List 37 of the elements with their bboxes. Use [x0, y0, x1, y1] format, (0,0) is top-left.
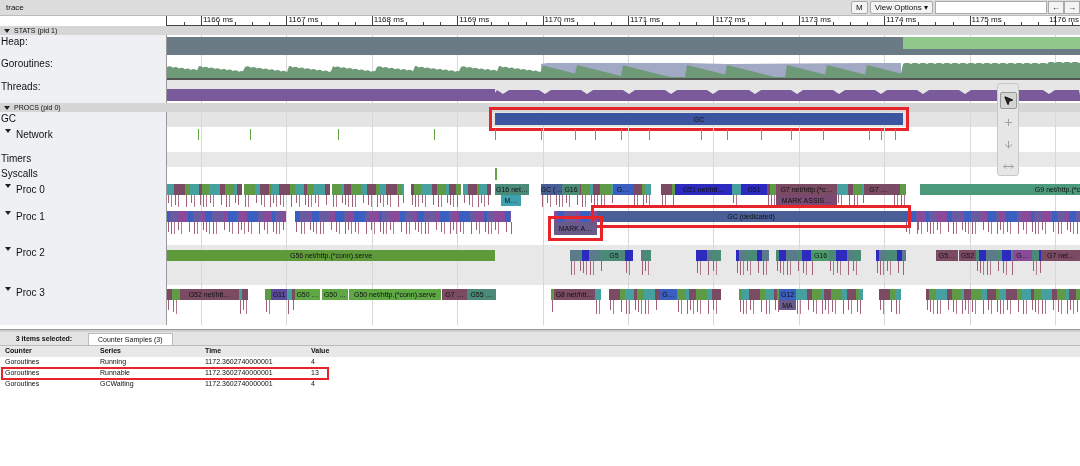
ruler-tick-label: 1170 ms — [544, 16, 575, 24]
ruler-tick-label: 1173 ms — [800, 16, 831, 24]
fit-width-icon — [1002, 161, 1014, 172]
ruler-tick-label: 1169 ms — [459, 16, 490, 24]
track-label: Threads: — [1, 81, 41, 94]
track-label: Proc 3 — [16, 287, 45, 300]
view-options-button[interactable]: View Options ▾ — [869, 1, 933, 14]
search-field[interactable] — [935, 1, 1047, 14]
expanded-arrow-icon[interactable] — [5, 129, 11, 133]
expanded-arrow-icon[interactable] — [5, 247, 11, 251]
track-label: GC — [1, 113, 16, 126]
expanded-arrow-icon[interactable] — [5, 184, 11, 188]
track-label: Proc 1 — [16, 211, 45, 224]
plus-icon — [1002, 117, 1014, 128]
track-label: Syscalls — [1, 168, 38, 181]
expanded-arrow-icon[interactable] — [5, 211, 11, 215]
track-label: Timers — [1, 153, 32, 166]
ruler-tick-label: 1175 ms — [971, 16, 1002, 24]
ruler-tick-label: 1171 ms — [630, 16, 661, 24]
down-arrow-icon — [1002, 139, 1014, 150]
track-label: Heap: — [1, 36, 28, 49]
ruler-tick-label: 1172 ms — [715, 16, 746, 24]
ruler-tick-label: 1174 ms — [886, 16, 917, 24]
ruler-tick-label: 1166 ms — [203, 16, 234, 24]
ruler-tick-label: 1167 ms — [288, 16, 319, 24]
expanded-arrow-icon[interactable] — [5, 287, 11, 291]
previous-button[interactable]: ← — [1048, 1, 1064, 14]
window-title: trace — [5, 1, 25, 14]
track-label: Proc 2 — [16, 247, 45, 260]
next-button[interactable]: → — [1064, 1, 1080, 14]
pointer-icon — [1002, 95, 1014, 106]
track-label: Network — [16, 129, 53, 142]
ruler-tick-label: 1168 ms — [373, 16, 404, 24]
tool-button[interactable] — [999, 92, 1017, 109]
track-label: Goroutines: — [1, 58, 53, 71]
track-label: Proc 0 — [16, 184, 45, 197]
metadata-button[interactable]: M — [851, 1, 868, 14]
